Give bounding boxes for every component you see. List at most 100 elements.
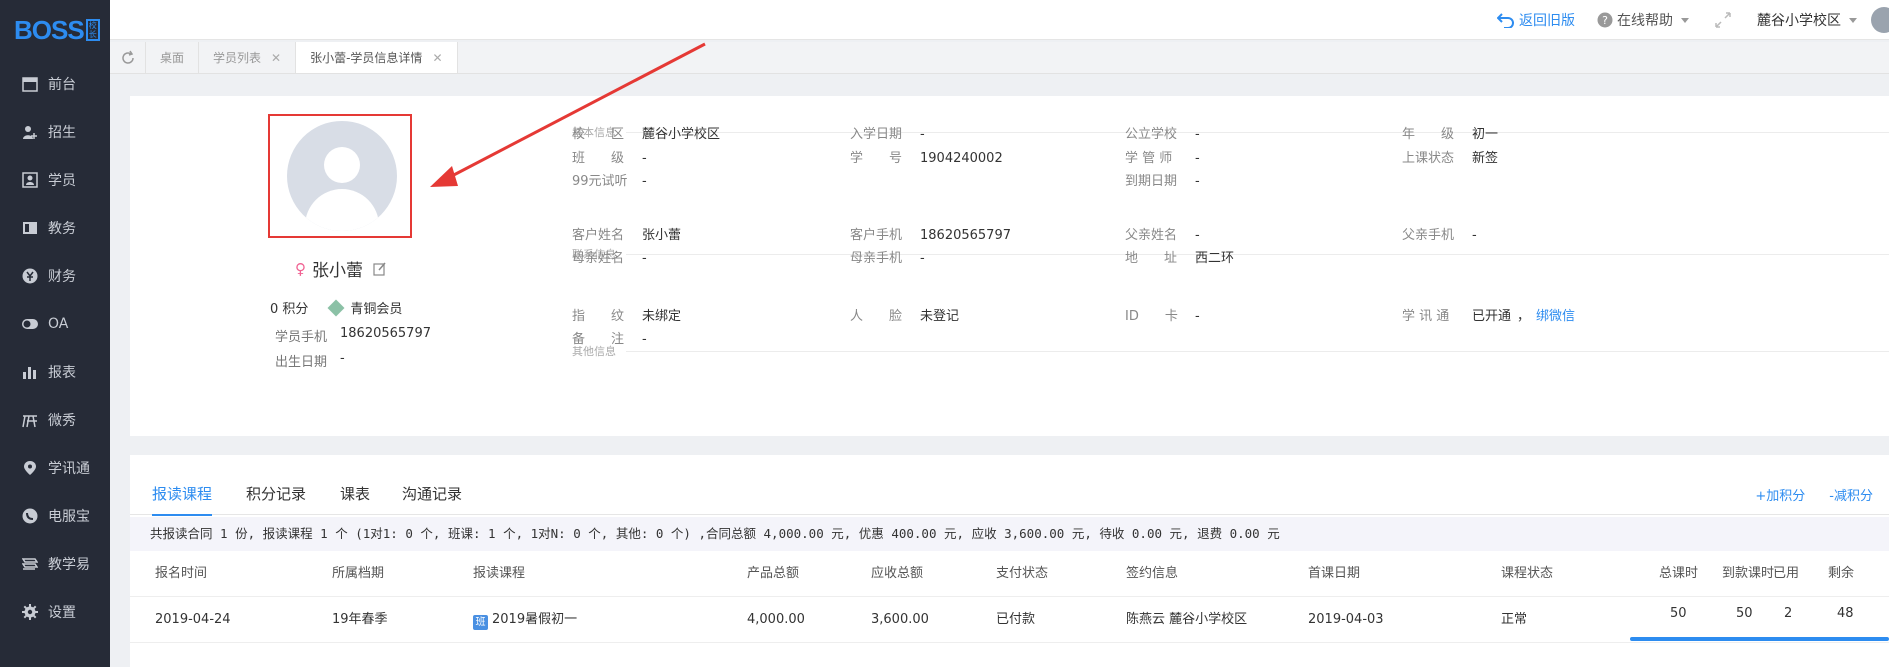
sidebar-item-7[interactable]: 微秀	[0, 396, 110, 444]
phone-service-icon	[22, 508, 38, 524]
chevron-down-icon	[1849, 17, 1857, 23]
field-value: -	[920, 127, 925, 142]
add-points-button[interactable]: +加积分	[1755, 485, 1805, 504]
gem-icon	[327, 299, 345, 316]
course-tab-0[interactable]: 报读课程	[152, 483, 213, 516]
basic-field-3: 年 级 初一	[1402, 126, 1498, 144]
course-name: 2019暑假初一	[492, 612, 578, 627]
sidebar-item-label: OA	[48, 316, 69, 332]
sidebar-item-4[interactable]: 财务	[0, 252, 110, 300]
sidebar-item-9[interactable]: 电服宝	[0, 492, 110, 540]
sidebar-item-label: 前台	[48, 77, 76, 93]
field-label: 学 管 师	[1125, 151, 1173, 166]
basic-field-4: 班 级-	[572, 150, 647, 168]
bar-chart-icon	[22, 364, 38, 380]
field-label: 母亲姓名	[572, 251, 625, 266]
sidebar-item-3[interactable]: 教务	[0, 204, 110, 252]
table-cell: 48	[1837, 606, 1854, 621]
field-value: -	[1195, 309, 1200, 324]
field-value: 初一	[1472, 127, 1499, 142]
birthday-value: -	[340, 351, 345, 366]
student-phone-value: 18620565797	[340, 326, 431, 341]
field-value: 1904240002	[920, 151, 1003, 166]
user-avatar[interactable]	[1871, 7, 1889, 33]
sidebar-item-11[interactable]: 设置	[0, 588, 110, 636]
edit-icon[interactable]	[373, 262, 387, 276]
page-tab-2[interactable]: 张小蕾-学员信息详情 ✕	[296, 42, 458, 73]
sidebar-item-1[interactable]: 招生	[0, 108, 110, 156]
field-value: 西二环	[1195, 251, 1235, 266]
back-old-version-link[interactable]: 返回旧版	[1497, 10, 1575, 30]
column-header: 产品总额	[747, 566, 800, 581]
student-avatar[interactable]	[287, 121, 397, 231]
sidebar-item-label: 教学易	[48, 557, 90, 573]
fullscreen-icon[interactable]	[1715, 12, 1731, 28]
close-icon[interactable]: ✕	[432, 51, 442, 65]
sidebar-item-label: 学员	[48, 173, 76, 189]
column-header: 应收总额	[871, 566, 924, 581]
sidebar-item-5[interactable]: OA	[0, 300, 110, 348]
bind-wechat-link[interactable]: 绑微信	[1536, 308, 1575, 326]
other-field-0: 指 纹 未绑定	[572, 308, 681, 326]
online-help-label: 在线帮助	[1617, 13, 1673, 29]
table-cell: 2019-04-03	[1308, 612, 1384, 627]
birthday: 出生日期 -	[275, 351, 345, 370]
sidebar-item-0[interactable]: 前台	[0, 60, 110, 108]
field-label: 母亲手机	[850, 251, 903, 266]
online-help-dropdown[interactable]: ? 在线帮助	[1597, 10, 1731, 30]
subtract-points-button[interactable]: -减积分	[1829, 485, 1873, 504]
column-header: 签约信息	[1126, 566, 1179, 581]
chevron-down-icon	[1681, 17, 1689, 23]
points-member-row: 0 积分 青铜会员	[270, 298, 402, 317]
basic-field-8: 99元试听 -	[572, 173, 647, 191]
sidebar-item-label: 电服宝	[48, 509, 90, 525]
field-label: 班 级	[572, 151, 625, 166]
refresh-button[interactable]	[110, 42, 146, 73]
sidebar: BOSS 校长 前台招生学员教务财务 OA 报表微秀 学讯通电服宝教学易设置	[0, 0, 110, 667]
student-profile-panel: ♀ 张小蕾 0 积分 青铜会员 学员手机 18620565797 出生日期 - …	[130, 96, 1889, 436]
page-tab-1[interactable]: 学员列表 ✕	[199, 42, 297, 73]
course-tab-2[interactable]: 课表	[340, 483, 370, 514]
table-row[interactable]: 2019-04-24 19年春季 班 2019暑假初一 4,000.00 3,600.00…	[130, 597, 1889, 643]
points-value: 0 积分	[270, 302, 309, 317]
column-header: 所属档期	[332, 566, 385, 581]
logo-badge: 校长	[85, 19, 100, 41]
field-value: 新签	[1472, 151, 1499, 166]
field-label: 指 纹	[572, 309, 625, 324]
contact-field-0: 客户姓名 张小蕾	[572, 227, 681, 245]
column-header: 课程状态	[1501, 566, 1554, 581]
column-header: 报名时间	[155, 566, 208, 581]
field-label: 学 号	[850, 151, 903, 166]
table-cell: 50	[1670, 606, 1687, 621]
course-tab-3[interactable]: 沟通记录	[402, 483, 462, 514]
sidebar-item-8[interactable]: 学讯通	[0, 444, 110, 492]
field-label: 父亲手机	[1402, 228, 1455, 243]
sidebar-item-6[interactable]: 报表	[0, 348, 110, 396]
field-value: -	[1195, 228, 1200, 243]
sidebar-item-10[interactable]: 教学易	[0, 540, 110, 588]
page-tab-0[interactable]: 桌面	[146, 42, 200, 73]
sidebar-item-label: 报表	[48, 365, 76, 381]
field-value: -	[642, 151, 647, 166]
table-cell: 已付款	[996, 612, 1036, 627]
sidebar-item-2[interactable]: 学员	[0, 156, 110, 204]
contract-summary: 共报读合同 1 份, 报读课程 1 个 (1对1: 0 个, 班课: 1 个, …	[130, 517, 1889, 551]
course-tab-1[interactable]: 积分记录	[246, 483, 306, 514]
page-tab-label: 学员列表	[213, 51, 262, 65]
page-tab-label: 桌面	[160, 51, 185, 65]
field-value: -	[1195, 151, 1200, 166]
other-field-3: 学 讯 通已开通，绑微信	[1402, 308, 1576, 326]
field-value: -	[1472, 228, 1477, 243]
field-label: 到期日期	[1125, 174, 1178, 189]
basic-field-2: 公立学校 -	[1125, 126, 1200, 144]
column-header: 报读课程	[473, 566, 526, 581]
field-label: 客户手机	[850, 228, 903, 243]
sidebar-item-label: 财务	[48, 269, 76, 285]
table-cell[interactable]: 班 2019暑假初一	[473, 597, 577, 643]
calendar-icon	[22, 76, 38, 92]
campus-selector[interactable]: 麓谷小学校区	[1757, 10, 1857, 30]
logo[interactable]: BOSS 校长	[0, 0, 110, 60]
column-header: 首课日期	[1308, 566, 1361, 581]
close-icon[interactable]: ✕	[271, 51, 281, 65]
course-panel: 报读课程 积分记录 课表 沟通记录 +加积分 -减积分 共报读合同 1 份, 报读课程…	[130, 455, 1889, 667]
